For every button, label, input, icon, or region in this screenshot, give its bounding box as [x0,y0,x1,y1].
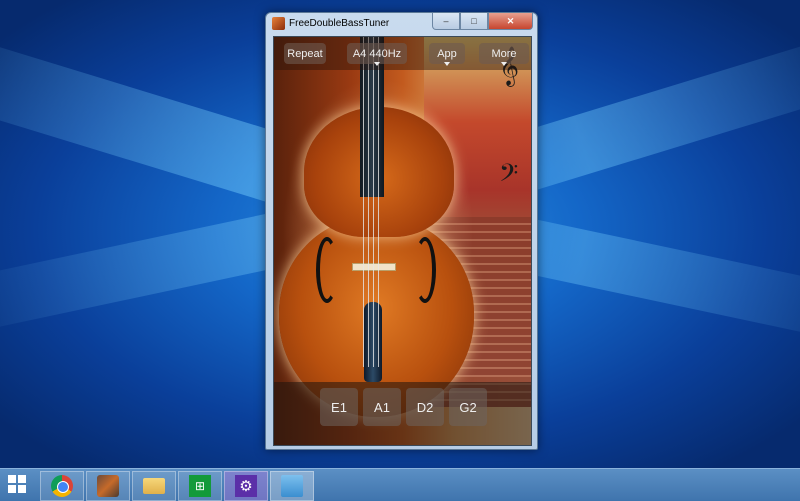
dropdown-caret-icon [444,62,450,66]
taskbar-control-panel[interactable] [270,471,314,501]
top-toolbar: Repeat A4 440Hz App More [274,37,531,70]
string-button-e1[interactable]: E1 [320,388,358,426]
taskbar-chrome[interactable] [40,471,84,501]
app-content: 𝄞 𝄢 Repeat A4 440Hz App More E1 A1 D2 G2 [273,36,532,446]
more-menu-label: More [491,47,517,60]
f-hole-right [414,237,436,303]
string-button-g2[interactable]: G2 [449,388,487,426]
maximize-button[interactable]: □ [460,13,488,30]
double-bass-app-icon [97,475,119,497]
taskbar-settings[interactable]: ⚙ [224,471,268,501]
bass-clef-decoration: 𝄢 [499,160,519,193]
f-hole-left [316,237,338,303]
app-menu-button[interactable]: App [429,43,465,66]
window-controls: – □ ✕ [432,13,533,30]
string-button-d2[interactable]: D2 [406,388,444,426]
close-button[interactable]: ✕ [488,13,533,30]
control-panel-icon [281,475,303,497]
taskbar-store[interactable]: ⊞ [178,471,222,501]
string-button-a1[interactable]: A1 [363,388,401,426]
repeat-button[interactable]: Repeat [284,43,326,64]
repeat-label: Repeat [287,47,323,60]
store-icon: ⊞ [189,475,211,497]
dropdown-caret-icon [374,62,380,66]
more-menu-button[interactable]: More [479,43,529,66]
title-bar[interactable]: FreeDoubleBassTuner – □ ✕ [266,13,537,35]
windows-logo-icon[interactable] [8,475,26,493]
taskbar-file-explorer[interactable] [132,471,176,501]
folder-icon [143,478,165,494]
bass-strings [363,37,381,367]
string-selector-bar [274,382,531,445]
minimize-button[interactable]: – [432,13,460,30]
reference-pitch-label: A4 440Hz [352,47,402,60]
taskbar-double-bass-tuner[interactable] [86,471,130,501]
chrome-icon [51,475,73,497]
dropdown-caret-icon [501,62,507,66]
taskbar: ⊞ ⚙ [0,468,800,501]
app-menu-label: App [437,47,457,60]
app-icon [272,17,285,30]
reference-pitch-dropdown[interactable]: A4 440Hz [347,43,407,66]
gear-icon: ⚙ [235,475,257,497]
app-window: FreeDoubleBassTuner – □ ✕ 𝄞 𝄢 Repeat A4 … [265,12,538,450]
window-title: FreeDoubleBassTuner [289,18,390,29]
